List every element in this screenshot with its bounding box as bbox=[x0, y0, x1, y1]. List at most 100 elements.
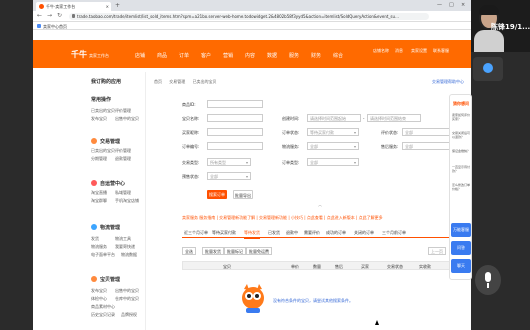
menu-orders[interactable]: 订单 bbox=[179, 52, 189, 59]
tab-successful[interactable]: 成功的订单 bbox=[326, 230, 346, 236]
tab-shipped[interactable]: 已发货 bbox=[268, 230, 280, 236]
trade-type-select[interactable]: 所有类型 bbox=[207, 158, 251, 166]
created-time-label: 创建时间: bbox=[282, 116, 300, 121]
menu-service[interactable]: 服务 bbox=[289, 52, 299, 59]
item-id-input[interactable] bbox=[207, 100, 263, 108]
faq-item[interactable]: 卖家如何评价买家？ bbox=[452, 113, 471, 121]
buyer-nick-input[interactable] bbox=[207, 128, 263, 136]
after-sale-select[interactable]: 全部 bbox=[402, 142, 454, 150]
menu-goods[interactable]: 商品 bbox=[157, 52, 167, 59]
maximize-button[interactable]: □ bbox=[449, 2, 454, 8]
contact-service-link[interactable]: 联系客服 bbox=[433, 48, 449, 54]
notice-bar[interactable]: 卖家服务 服务指南 | 交易管理新功能了解 | 交易管理新功能 | 小技巧 | … bbox=[182, 215, 462, 221]
menu-content[interactable]: 内容 bbox=[245, 52, 255, 59]
sidebar-item[interactable]: 发货 bbox=[91, 236, 99, 242]
menu-finance[interactable]: 财务 bbox=[311, 52, 321, 59]
faq-item[interactable]: 保证金缴纳？ bbox=[452, 149, 471, 153]
sidebar-item[interactable]: 出售中的宝贝 bbox=[115, 116, 139, 122]
sidebar-item[interactable]: 我要寄快递 bbox=[115, 244, 135, 250]
faq-item[interactable]: 一直显示待付款？ bbox=[452, 165, 471, 173]
back-button[interactable]: ← bbox=[37, 13, 42, 19]
sidebar-item[interactable]: 私域管理 bbox=[115, 190, 131, 196]
sidebar-item[interactable]: 发布宝贝 bbox=[91, 116, 107, 122]
created-to-input[interactable]: 请选择时间范围结束 bbox=[367, 114, 421, 122]
floating-assistant-icon[interactable] bbox=[473, 57, 503, 81]
menu-customers[interactable]: 客户 bbox=[201, 52, 211, 59]
tab-last-three-months[interactable]: 近三个月订单 bbox=[184, 230, 208, 236]
search-orders-button[interactable]: 搜索订单 bbox=[207, 190, 227, 199]
sidebar-item[interactable]: 手机淘宝店铺 bbox=[115, 198, 139, 204]
browser-tab[interactable]: 千牛·卖家工作台 × bbox=[36, 2, 111, 11]
microphone-icon[interactable] bbox=[475, 265, 501, 295]
menu-data[interactable]: 数据 bbox=[267, 52, 277, 59]
menu-marketing[interactable]: 营销 bbox=[223, 52, 233, 59]
help-center-link[interactable]: 交易管理帮助中心 bbox=[432, 79, 464, 85]
bookmark-link[interactable]: 卖家中心首页 bbox=[43, 24, 67, 29]
collapse-filters-icon[interactable]: ︿ bbox=[318, 202, 322, 208]
sidebar-item[interactable]: 物流服务 bbox=[91, 244, 107, 250]
minimize-button[interactable]: — bbox=[437, 2, 442, 8]
sidebar-item[interactable]: 仓库中的宝贝 bbox=[115, 296, 139, 302]
batch-free-shipping-button[interactable]: 批量免运费 bbox=[246, 247, 272, 255]
faq-item[interactable]: 交易关闭后可以退款？ bbox=[452, 131, 471, 139]
sidebar-item[interactable]: 淘宝直播 bbox=[91, 190, 107, 196]
sidebar-item[interactable]: 分期管理 bbox=[91, 156, 107, 162]
breadcrumb-home[interactable]: 首页 bbox=[154, 79, 162, 84]
order-type-select[interactable]: 全部 bbox=[307, 158, 359, 166]
sidebar-item[interactable]: 发布宝贝 bbox=[91, 288, 107, 294]
item-name-input[interactable] bbox=[207, 114, 263, 122]
sidebar-title: 我订购的应用 bbox=[91, 79, 122, 85]
tab-need-review[interactable]: 需要评价 bbox=[304, 230, 320, 236]
sidebar-item[interactable]: 已卖出的宝贝 bbox=[91, 108, 115, 114]
close-window-button[interactable]: × bbox=[461, 2, 465, 8]
review-status-select[interactable]: 全部 bbox=[402, 128, 454, 136]
chat-button[interactable]: 聊天 bbox=[451, 259, 471, 273]
sidebar-item[interactable]: 评价管理 bbox=[115, 148, 131, 154]
breadcrumb-trade[interactable]: 交易管理 bbox=[169, 79, 185, 84]
range-dash: - bbox=[363, 116, 365, 121]
shop-name-link[interactable]: 店铺名称 bbox=[373, 48, 389, 54]
sidebar-item[interactable]: 商品素材中心 bbox=[91, 304, 115, 310]
seller-settings-link[interactable]: 卖家设置 bbox=[411, 48, 427, 54]
new-tab-button[interactable]: + bbox=[115, 2, 120, 9]
created-from-input[interactable]: 请选择时间范围起始 bbox=[307, 114, 361, 122]
tab-awaiting-payment[interactable]: 等待买家付款 bbox=[212, 230, 236, 236]
universal-service-button[interactable]: 万能客服 bbox=[451, 223, 471, 237]
sidebar-item[interactable]: 物流工具 bbox=[115, 236, 131, 242]
menu-shop[interactable]: 店铺 bbox=[135, 52, 145, 59]
tab-awaiting-shipment[interactable]: 等待发货 bbox=[244, 230, 260, 239]
tab-older-orders[interactable]: 三个月前订单 bbox=[382, 230, 406, 236]
close-tab-icon[interactable]: × bbox=[106, 4, 109, 9]
select-all-checkbox[interactable]: 全选 bbox=[182, 247, 196, 255]
tab-closed[interactable]: 关闭的订单 bbox=[354, 230, 374, 236]
reload-button[interactable]: ↻ bbox=[57, 13, 62, 19]
batch-remark-button[interactable]: 批量标记 bbox=[224, 247, 246, 255]
sidebar-item[interactable]: 体检中心 bbox=[91, 296, 107, 302]
prev-page-button[interactable]: 上一页 bbox=[428, 247, 446, 255]
sidebar-item[interactable]: 品牌授权 bbox=[121, 312, 137, 318]
qa-button[interactable]: 问答 bbox=[451, 241, 471, 255]
order-status-select[interactable]: 等待买家付款 bbox=[307, 128, 359, 136]
sidebar-item[interactable]: 历史宝贝记录 bbox=[91, 312, 115, 318]
menu-general[interactable]: 综合 bbox=[333, 52, 343, 59]
sidebar-item[interactable]: 出售中的宝贝 bbox=[115, 288, 139, 294]
sidebar-item[interactable]: 物流数据 bbox=[121, 252, 137, 258]
sidebar-item[interactable]: 已卖出的宝贝 bbox=[91, 148, 115, 154]
sidebar-item[interactable]: 淘宝群聊 bbox=[91, 198, 107, 204]
batch-export-button[interactable]: 批量导出 bbox=[233, 190, 253, 199]
order-id-input[interactable] bbox=[207, 142, 263, 150]
tab-refunding[interactable]: 退款中 bbox=[286, 230, 298, 236]
logistics-label: 物流服务: bbox=[282, 144, 300, 149]
messages-link[interactable]: 消息 bbox=[395, 48, 403, 54]
url-field[interactable]: trade.taobao.com/trade/itemlist/list_sol… bbox=[69, 13, 429, 20]
presale-select[interactable]: 全部 bbox=[207, 172, 251, 180]
batch-deliver-button[interactable]: 批量发货 bbox=[202, 247, 224, 255]
col-qty: 数量 bbox=[313, 264, 321, 269]
sidebar-item[interactable]: 电子面单平台 bbox=[91, 252, 115, 258]
logo[interactable]: 千牛 卖家工作台 bbox=[71, 49, 109, 60]
logistics-select[interactable]: 全部 bbox=[307, 142, 359, 150]
faq-item[interactable]: 怎么修改订单价格？ bbox=[452, 183, 471, 191]
sidebar-item[interactable]: 评价管理 bbox=[115, 108, 131, 114]
sidebar-item[interactable]: 退款管理 bbox=[115, 156, 131, 162]
forward-button[interactable]: → bbox=[47, 13, 52, 19]
